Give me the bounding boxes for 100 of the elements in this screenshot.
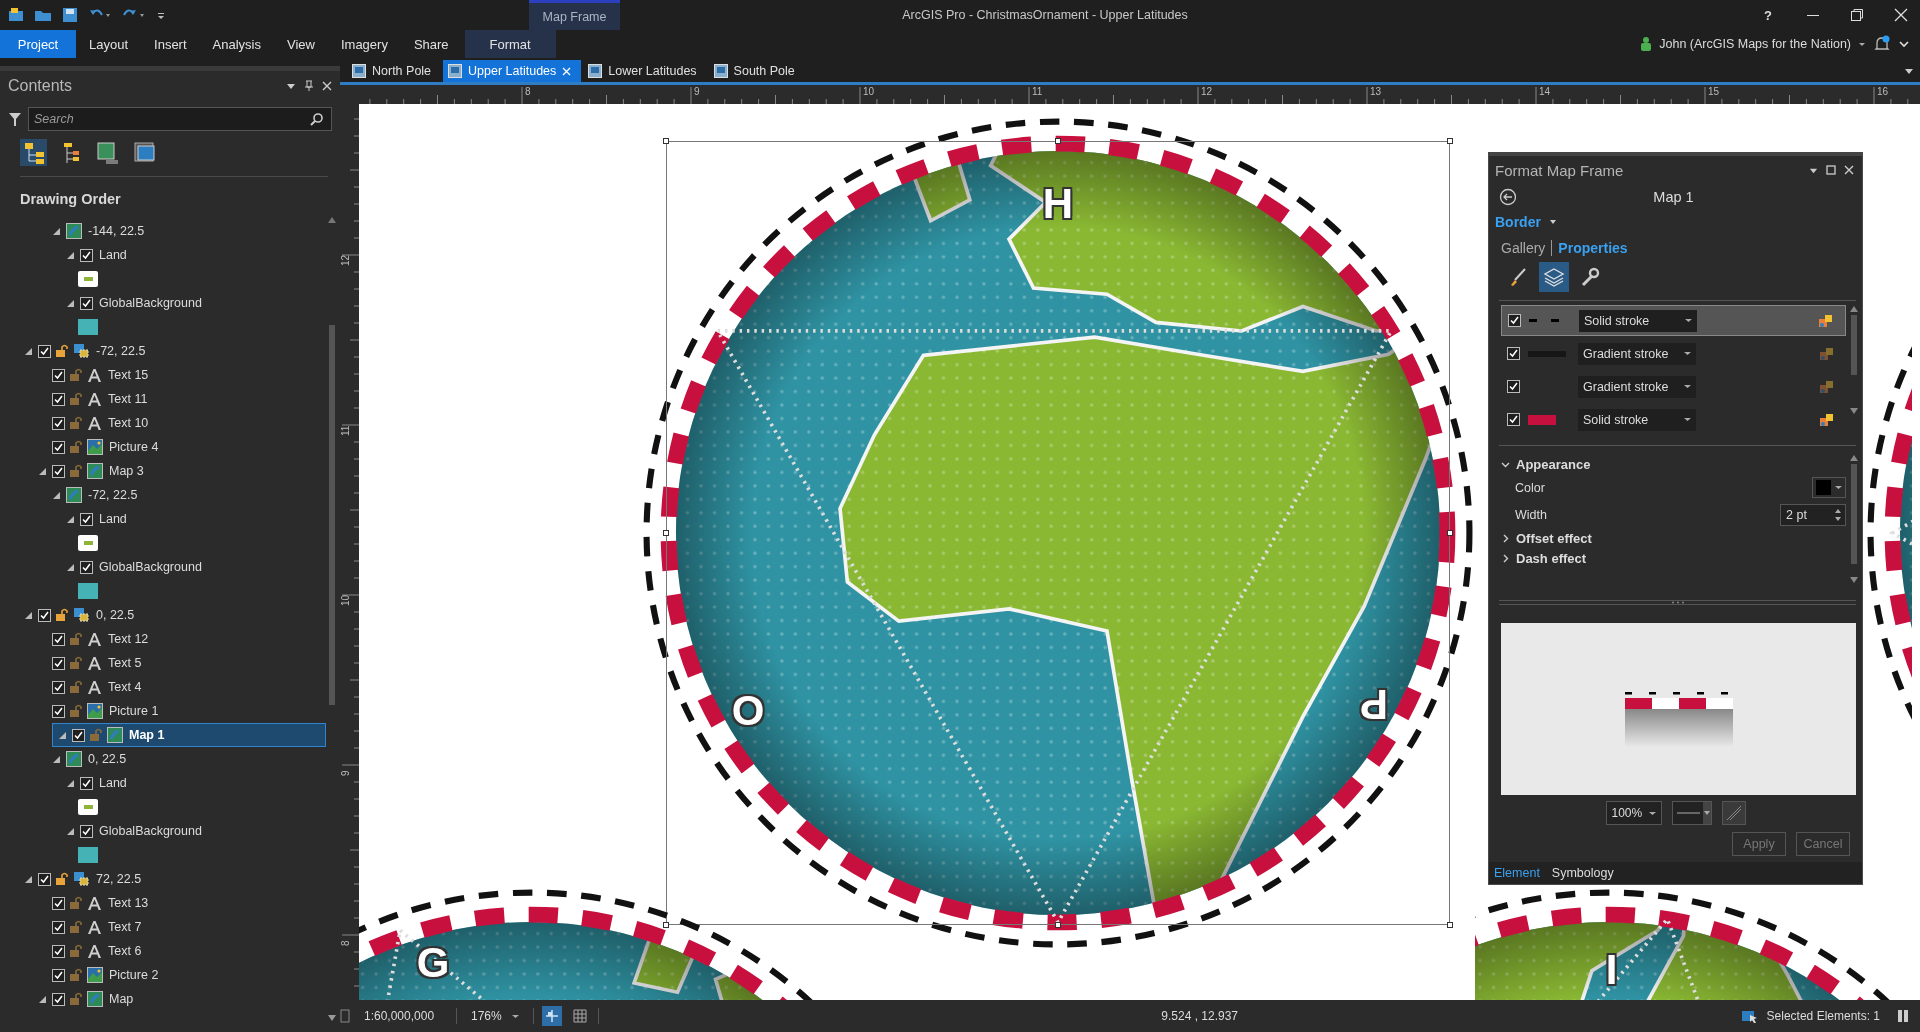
expander-icon[interactable]: [1501, 553, 1510, 563]
document-tab[interactable]: Lower Latitudes: [583, 60, 707, 82]
ornament-letter[interactable]: G: [416, 941, 450, 984]
close-icon[interactable]: [1894, 8, 1908, 22]
stroke-type-dropdown[interactable]: Solid stroke: [1578, 408, 1696, 431]
expander-icon[interactable]: [24, 347, 32, 355]
tree-item[interactable]: Map: [109, 992, 134, 1006]
width-field[interactable]: 2 pt: [1780, 503, 1846, 526]
checkbox[interactable]: [52, 464, 65, 478]
bell-icon[interactable]: [1873, 35, 1891, 53]
checkbox[interactable]: [52, 944, 65, 958]
search-field[interactable]: Search: [28, 107, 332, 131]
tree-item[interactable]: Text 13: [108, 896, 149, 910]
checkbox[interactable]: [1507, 380, 1520, 393]
help-button[interactable]: ?: [1760, 7, 1776, 23]
ribbon-tab[interactable]: View: [274, 30, 328, 58]
expander-icon[interactable]: [1501, 533, 1510, 543]
symbol-layer-icon[interactable]: [1817, 312, 1835, 329]
pane-tab[interactable]: Symbology: [1546, 862, 1619, 884]
stroke-type-dropdown[interactable]: Gradient stroke: [1578, 342, 1696, 365]
tree-item[interactable]: Text 6: [108, 944, 142, 958]
chevron-icon[interactable]: [1898, 38, 1910, 50]
expander-icon[interactable]: [66, 251, 74, 259]
checkbox[interactable]: [52, 968, 65, 982]
document-tab[interactable]: North Pole: [347, 60, 442, 82]
pause-icon[interactable]: [1896, 1009, 1910, 1023]
checkbox[interactable]: [80, 560, 93, 574]
tree-item[interactable]: Map 1: [129, 728, 165, 742]
stroke-type-dropdown[interactable]: Solid stroke: [1579, 309, 1697, 332]
checkbox[interactable]: [1508, 314, 1521, 327]
selected-symbol-layer[interactable]: Solid stroke: [1501, 305, 1846, 336]
ribbon-tab[interactable]: Share: [400, 30, 462, 58]
tree-item[interactable]: Map 3: [109, 464, 144, 478]
expander-icon[interactable]: [66, 563, 74, 571]
expander-icon[interactable]: [66, 515, 74, 523]
tree-item[interactable]: 0, 22.5: [96, 608, 135, 622]
tree-item[interactable]: Text 10: [108, 416, 149, 430]
checkbox[interactable]: [80, 296, 93, 310]
new-project-icon[interactable]: [8, 7, 24, 23]
group-heading[interactable]: Dash effect: [1516, 550, 1587, 566]
section-dropdown[interactable]: Border: [1495, 214, 1541, 230]
checkbox[interactable]: [52, 920, 65, 934]
panel-mode-tab[interactable]: Gallery: [1501, 240, 1546, 256]
drawing-order-view-button[interactable]: [20, 139, 47, 166]
expander-icon[interactable]: [24, 875, 32, 883]
tree-item[interactable]: -144, 22.5: [88, 224, 145, 238]
checkbox[interactable]: [52, 656, 65, 670]
checkbox[interactable]: [1507, 413, 1520, 426]
close-icon[interactable]: [1844, 165, 1854, 175]
caret-icon[interactable]: [1858, 40, 1866, 48]
expander-icon[interactable]: [52, 755, 60, 763]
lock-icon[interactable]: [55, 608, 69, 622]
restore-icon[interactable]: [1850, 8, 1864, 22]
tree-item[interactable]: Land: [99, 512, 127, 526]
selection-icon[interactable]: [1740, 1008, 1759, 1024]
stroke-type-dropdown[interactable]: Gradient stroke: [1578, 375, 1696, 398]
checkbox[interactable]: [80, 776, 93, 790]
symbol-layer-icon[interactable]: [1818, 411, 1836, 428]
ribbon-tab[interactable]: Project: [0, 30, 76, 58]
scrollbar[interactable]: [1850, 305, 1858, 415]
close-icon[interactable]: [322, 81, 332, 91]
checkbox[interactable]: [52, 632, 65, 646]
checkbox[interactable]: [52, 992, 65, 1006]
no-background-icon[interactable]: [1721, 801, 1746, 825]
ribbon-tab[interactable]: Format: [464, 30, 556, 58]
color-picker[interactable]: [1812, 477, 1846, 498]
search-icon[interactable]: [310, 112, 324, 126]
tree-item[interactable]: -72, 22.5: [96, 344, 146, 358]
expander-icon[interactable]: [52, 227, 60, 235]
expander-icon[interactable]: [24, 611, 32, 619]
ornament-letter[interactable]: I: [1605, 948, 1618, 991]
tree-item[interactable]: Text 15: [108, 368, 149, 382]
ribbon-tab[interactable]: Insert: [141, 30, 200, 58]
checkbox[interactable]: [38, 344, 51, 358]
checkbox[interactable]: [52, 392, 65, 406]
checkbox[interactable]: [38, 872, 51, 886]
tree-item[interactable]: 0, 22.5: [88, 752, 127, 766]
ornament-letter[interactable]: O: [731, 689, 765, 732]
scrollbar[interactable]: [1850, 454, 1858, 584]
pin-icon[interactable]: [304, 80, 314, 92]
tree-item[interactable]: GlobalBackground: [99, 560, 202, 574]
zoom-dropdown[interactable]: 176%: [465, 1008, 525, 1024]
checkbox[interactable]: [52, 368, 65, 382]
tree-item[interactable]: Text 7: [108, 920, 142, 934]
document-tab[interactable]: South Pole: [708, 60, 805, 82]
layers-tab[interactable]: [1539, 262, 1569, 292]
lock-icon[interactable]: [55, 872, 69, 886]
save-icon[interactable]: [62, 7, 78, 23]
checkbox[interactable]: [52, 704, 65, 718]
tree-item[interactable]: Text 11: [108, 392, 148, 406]
group-heading[interactable]: Appearance: [1516, 456, 1591, 472]
tree-item[interactable]: Land: [99, 776, 127, 790]
tree-item[interactable]: Picture 1: [109, 704, 159, 718]
checkbox[interactable]: [80, 248, 93, 262]
filter-icon[interactable]: [8, 111, 22, 127]
user-name[interactable]: John (ArcGIS Maps for the Nation): [1659, 37, 1851, 51]
checkbox[interactable]: [52, 896, 65, 910]
maximize-icon[interactable]: [1826, 165, 1836, 175]
tree-item[interactable]: GlobalBackground: [99, 824, 202, 838]
checkbox[interactable]: [80, 512, 93, 526]
